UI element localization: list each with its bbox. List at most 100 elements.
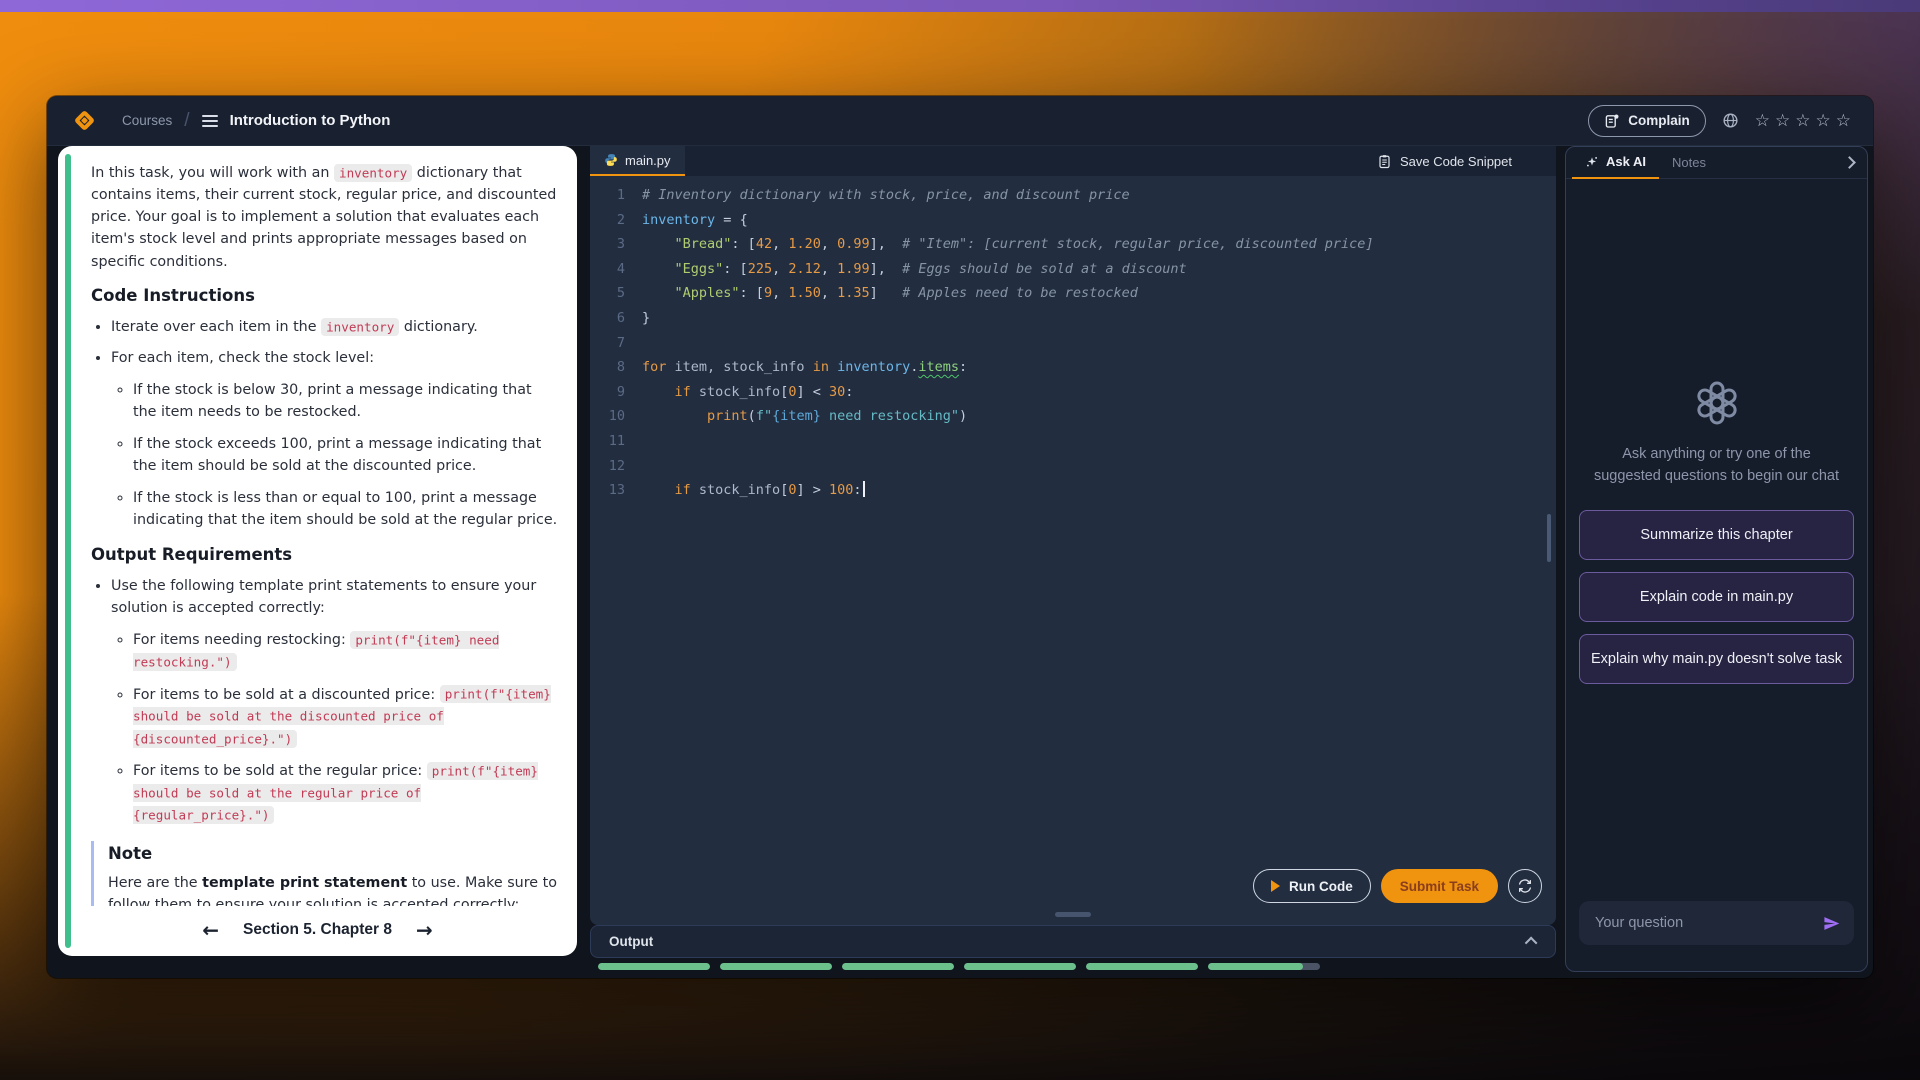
menu-icon[interactable]: [202, 115, 218, 127]
task-description: In this task, you will work with an inve…: [91, 156, 559, 906]
code-line[interactable]: 11: [590, 429, 1556, 454]
list-item: For items to be sold at a discounted pri…: [133, 684, 559, 750]
suggestion-summarize-chapter[interactable]: Summarize this chapter: [1579, 510, 1854, 560]
ai-tabs: Ask AI Notes: [1566, 147, 1867, 179]
code-line[interactable]: 4 "Eggs": [225, 2.12, 1.99], # Eggs shou…: [590, 257, 1556, 282]
ai-panel: Ask AI Notes Ask anything or try on: [1565, 146, 1868, 972]
progress-bar[interactable]: [1208, 963, 1320, 970]
reset-code-button[interactable]: [1508, 869, 1542, 903]
output-drag-handle[interactable]: [1055, 912, 1091, 917]
tab-main-py[interactable]: main.py: [590, 146, 685, 176]
tab-ask-ai[interactable]: Ask AI: [1572, 147, 1659, 179]
prev-chapter-button[interactable]: ←: [198, 918, 223, 942]
chapter-progress: [598, 963, 1320, 970]
save-snippet-label: Save Code Snippet: [1400, 154, 1512, 169]
progress-bar[interactable]: [598, 963, 710, 970]
code-line[interactable]: 2inventory = {: [590, 208, 1556, 233]
rating-star[interactable]: ☆: [1836, 112, 1851, 129]
output-rules-list: For items needing restocking: print(f"{i…: [111, 629, 559, 826]
tab-label: main.py: [625, 153, 671, 168]
play-icon: [1271, 880, 1280, 892]
page-title: Introduction to Python: [230, 112, 391, 129]
suggestion-explain-why-fails[interactable]: Explain why main.py doesn't solve task: [1579, 634, 1854, 684]
complain-button[interactable]: Complain: [1588, 105, 1706, 137]
rating-star[interactable]: ☆: [1795, 112, 1810, 129]
stock-rules-list: If the stock is below 30, print a messag…: [111, 379, 559, 532]
progress-bar[interactable]: [842, 963, 954, 970]
code-line[interactable]: 6}: [590, 306, 1556, 331]
collapse-output-icon[interactable]: [1525, 937, 1538, 950]
complain-icon: [1604, 113, 1620, 129]
progress-bar[interactable]: [964, 963, 1076, 970]
run-code-label: Run Code: [1289, 879, 1353, 894]
list-item: For items needing restocking: print(f"{i…: [133, 629, 559, 673]
desktop-background: Courses / Introduction to Python Complai…: [0, 0, 1920, 1080]
list-item-text: For each item, check the stock level:: [111, 350, 374, 366]
header-actions: Complain ☆ ☆ ☆ ☆ ☆: [1588, 105, 1851, 137]
list-item-text: Use the following template print stateme…: [111, 578, 536, 616]
output-panel-header[interactable]: Output: [590, 925, 1556, 958]
task-panel: In this task, you will work with an inve…: [58, 146, 577, 956]
code-editor[interactable]: 1# Inventory dictionary with stock, pric…: [590, 176, 1556, 925]
output-requirements-heading: Output Requirements: [91, 542, 559, 568]
submit-task-button[interactable]: Submit Task: [1381, 869, 1498, 903]
instructions-list: Iterate over each item in the inventory …: [91, 316, 559, 531]
chapter-label: Section 5. Chapter 8: [243, 921, 392, 939]
code-line[interactable]: 12: [590, 454, 1556, 479]
run-code-button[interactable]: Run Code: [1253, 869, 1371, 903]
chapter-nav: ← Section 5. Chapter 8 →: [58, 912, 577, 948]
code-line[interactable]: 13 if stock_info[0] > 100:: [590, 478, 1556, 503]
ai-question-box: [1579, 901, 1854, 945]
ai-question-input[interactable]: [1593, 914, 1823, 932]
progress-bar[interactable]: [720, 963, 832, 970]
code-line[interactable]: 9 if stock_info[0] < 30:: [590, 380, 1556, 405]
globe-icon[interactable]: [1722, 112, 1739, 129]
progress-bar[interactable]: [1086, 963, 1198, 970]
suggestion-explain-code[interactable]: Explain code in main.py: [1579, 572, 1854, 622]
ask-ai-label: Ask AI: [1606, 154, 1646, 169]
list-item: If the stock is less than or equal to 10…: [133, 487, 559, 531]
tab-notes[interactable]: Notes: [1659, 147, 1719, 179]
rating-star[interactable]: ☆: [1775, 112, 1790, 129]
ai-suggestions: Summarize this chapter Explain code in m…: [1579, 510, 1854, 684]
code-line[interactable]: 10 print(f"{item} need restocking"): [590, 404, 1556, 429]
list-item: Use the following template print stateme…: [111, 575, 559, 827]
next-chapter-button[interactable]: →: [412, 918, 437, 942]
send-question-button[interactable]: [1823, 915, 1840, 932]
send-icon: [1823, 915, 1840, 932]
code-instructions-heading: Code Instructions: [91, 283, 559, 309]
ai-empty-caption: Ask anything or try one of the suggested…: [1591, 443, 1843, 488]
list-item: For items to be sold at the regular pric…: [133, 760, 559, 826]
rating-star[interactable]: ☆: [1816, 112, 1831, 129]
brand-logo-icon[interactable]: [74, 110, 95, 131]
app-window: Courses / Introduction to Python Complai…: [47, 96, 1873, 978]
breadcrumb-separator: /: [184, 110, 189, 132]
save-code-snippet-button[interactable]: Save Code Snippet: [1377, 154, 1556, 169]
note-block: Note Here are the template print stateme…: [91, 841, 559, 906]
editor-scrollbar[interactable]: [1547, 514, 1551, 562]
code-line[interactable]: 7: [590, 331, 1556, 356]
code-lines: 1# Inventory dictionary with stock, pric…: [590, 176, 1556, 503]
editor-tabbar: main.py Save Code Snippet: [590, 146, 1556, 176]
code-line[interactable]: 1# Inventory dictionary with stock, pric…: [590, 183, 1556, 208]
task-intro: In this task, you will work with an inve…: [91, 162, 559, 273]
code-line[interactable]: 3 "Bread": [42, 1.20, 0.99], # "Item": […: [590, 232, 1556, 257]
code-line[interactable]: 5 "Apples": [9, 1.50, 1.35] # Apples nee…: [590, 281, 1556, 306]
output-label: Output: [609, 934, 653, 949]
list-item: If the stock exceeds 100, print a messag…: [133, 433, 559, 477]
list-item: Iterate over each item in the inventory …: [111, 316, 559, 338]
code-line[interactable]: 8for item, stock_info in inventory.items…: [590, 355, 1556, 380]
editor-actions: Run Code Submit Task: [1253, 869, 1542, 903]
task-progress-stripe: [65, 154, 71, 948]
app-header: Courses / Introduction to Python Complai…: [47, 96, 1873, 146]
complain-label: Complain: [1628, 113, 1690, 128]
breadcrumb-courses[interactable]: Courses: [122, 113, 172, 128]
list-item: If the stock is below 30, print a messag…: [133, 379, 559, 423]
note-body: Here are the template print statement to…: [108, 872, 559, 906]
top-accent-strip: [0, 0, 1920, 12]
editor-column: main.py Save Code Snippet 1# Inventory d…: [590, 146, 1556, 978]
note-heading: Note: [108, 841, 559, 867]
rating-star[interactable]: ☆: [1755, 112, 1770, 129]
openai-logo-icon: [1693, 379, 1741, 427]
rating-stars: ☆ ☆ ☆ ☆ ☆: [1755, 112, 1851, 129]
